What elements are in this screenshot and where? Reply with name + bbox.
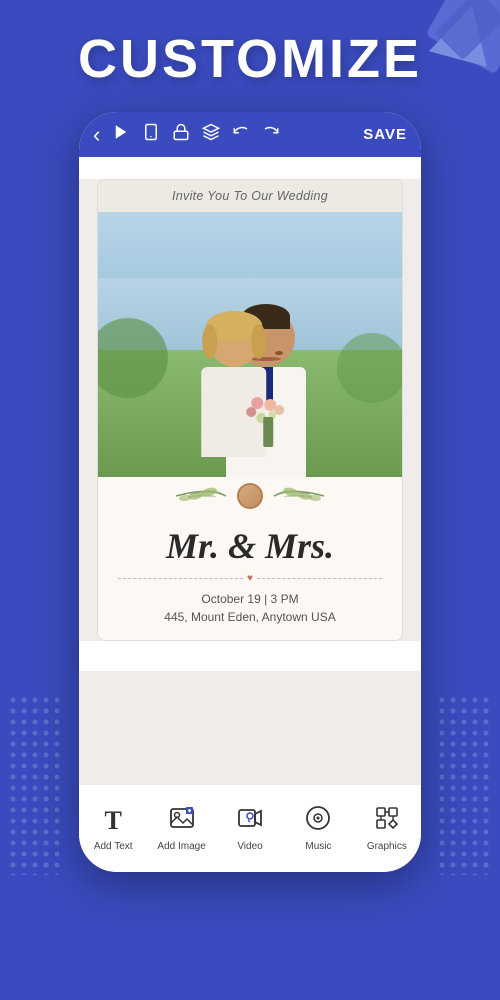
bottom-nav: T Add Text Add Image bbox=[79, 784, 421, 872]
card-body: Mr. & Mrs. ♥ October 19 | 3 PM 445, Moun… bbox=[98, 515, 402, 640]
card-photo bbox=[98, 212, 402, 477]
page-title: CUSTOMIZE bbox=[0, 28, 500, 90]
graphics-label: Graphics bbox=[367, 841, 407, 852]
device-button[interactable] bbox=[142, 123, 160, 146]
music-icon bbox=[305, 805, 331, 836]
bride-figure bbox=[201, 319, 266, 457]
heart-icon: ♥ bbox=[247, 573, 253, 584]
add-text-icon: T bbox=[105, 806, 122, 836]
medal-ornament bbox=[237, 483, 263, 509]
undo-button[interactable] bbox=[232, 123, 250, 146]
invitation-card: Invite You To Our Wedding bbox=[97, 179, 403, 641]
toolbar: ‹ bbox=[79, 112, 421, 157]
video-icon bbox=[237, 805, 263, 836]
add-text-label: Add Text bbox=[94, 841, 133, 852]
card-separator bbox=[98, 477, 402, 515]
redo-button[interactable] bbox=[262, 123, 280, 146]
dots-pattern-left bbox=[8, 695, 63, 880]
nav-item-video[interactable]: Video bbox=[216, 805, 284, 852]
video-label: Video bbox=[237, 841, 262, 852]
save-button[interactable]: SAVE bbox=[363, 126, 407, 143]
nav-item-music[interactable]: Music bbox=[284, 805, 352, 852]
add-image-icon bbox=[169, 805, 195, 836]
address-text: 445, Mount Eden, Anytown USA bbox=[118, 610, 382, 624]
layers-button[interactable] bbox=[202, 123, 220, 146]
nav-item-add-text[interactable]: T Add Text bbox=[79, 806, 147, 852]
phone-frame: ‹ bbox=[79, 112, 421, 872]
back-button[interactable]: ‹ bbox=[93, 124, 100, 146]
add-image-label: Add Image bbox=[157, 841, 205, 852]
date-text: October 19 | 3 PM bbox=[118, 592, 382, 606]
dots-pattern-right bbox=[437, 695, 492, 880]
card-header: Invite You To Our Wedding bbox=[98, 180, 402, 212]
dotted-divider: ♥ bbox=[118, 573, 382, 584]
bouquet bbox=[246, 397, 291, 447]
nav-item-graphics[interactable]: Graphics bbox=[353, 805, 421, 852]
mr-mrs-text: Mr. & Mrs. bbox=[118, 525, 382, 567]
music-label: Music bbox=[305, 841, 331, 852]
preview-button[interactable] bbox=[112, 123, 130, 146]
lock-button[interactable] bbox=[172, 123, 190, 146]
graphics-icon bbox=[374, 805, 400, 836]
nav-item-add-image[interactable]: Add Image bbox=[147, 805, 215, 852]
